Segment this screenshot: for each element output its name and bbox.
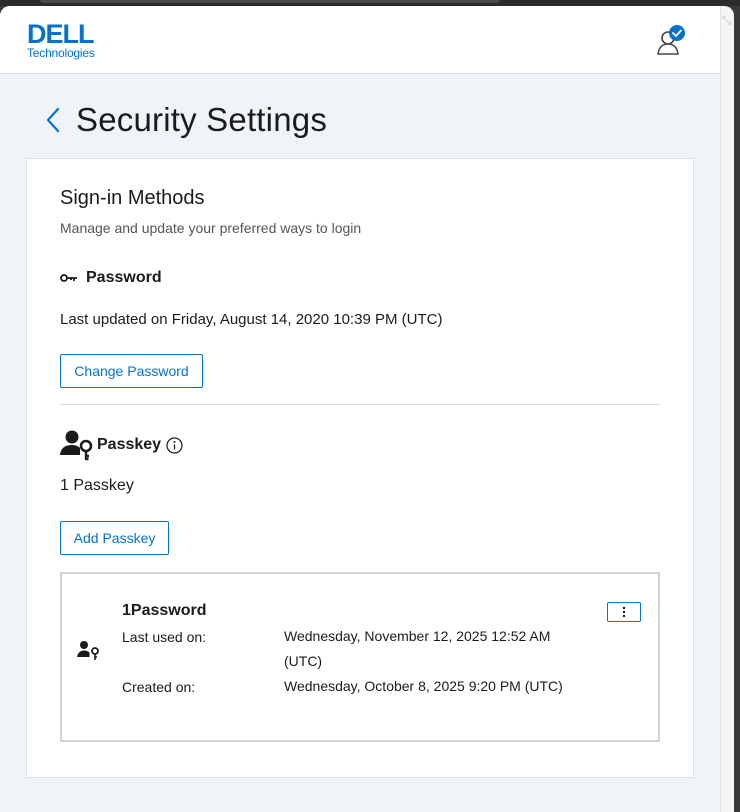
browser-tab-edge — [40, 0, 500, 3]
section-title: Sign-in Methods — [60, 187, 205, 209]
logo-subtitle: Technologies — [27, 46, 95, 60]
passkey-item-name: 1Password — [122, 602, 207, 619]
app-window: ⤡ DELL Technologies Security Settings Si… — [0, 6, 734, 812]
info-icon[interactable] — [166, 436, 183, 454]
page-title-row: Security Settings — [46, 100, 327, 140]
created-label: Created on: — [122, 679, 196, 695]
add-passkey-button[interactable]: Add Passkey — [60, 521, 169, 555]
last-used-value: Wednesday, November 12, 2025 12:52 AM (U… — [284, 628, 551, 669]
passkey-heading: Passkey — [60, 429, 183, 461]
password-heading: Password — [60, 267, 162, 289]
user-key-icon — [60, 429, 94, 461]
password-last-updated: Last updated on Friday, August 14, 2020 … — [60, 311, 443, 328]
change-password-button[interactable]: Change Password — [60, 354, 203, 388]
section-subtitle: Manage and update your preferred ways to… — [60, 220, 362, 236]
page-title: Security Settings — [76, 101, 328, 138]
sign-in-methods-card: Sign-in Methods Manage and update your p… — [26, 158, 694, 778]
logo-wordmark: DELL — [27, 19, 95, 49]
dell-logo[interactable]: DELL Technologies — [27, 20, 107, 66]
passkey-item-card: 1Password Last used on: Wednesday, Novem… — [60, 572, 660, 742]
last-used-label: Last used on: — [122, 629, 207, 645]
created-value: Wednesday, October 8, 2025 9:20 PM (UTC) — [284, 678, 563, 694]
passkey-label: Passkey — [97, 436, 162, 453]
top-header: DELL Technologies — [0, 6, 720, 74]
password-label: Password — [86, 269, 162, 286]
user-verified-icon[interactable] — [654, 24, 688, 58]
user-key-icon — [77, 640, 101, 660]
scrollbar-track[interactable]: ⤡ — [720, 6, 734, 812]
resize-icon[interactable]: ⤡ — [721, 12, 732, 30]
passkey-count: 1 Passkey — [60, 477, 134, 494]
section-divider — [60, 404, 660, 405]
chevron-left-icon[interactable] — [46, 105, 66, 135]
key-icon — [60, 273, 80, 283]
kebab-menu-icon[interactable] — [607, 602, 641, 622]
